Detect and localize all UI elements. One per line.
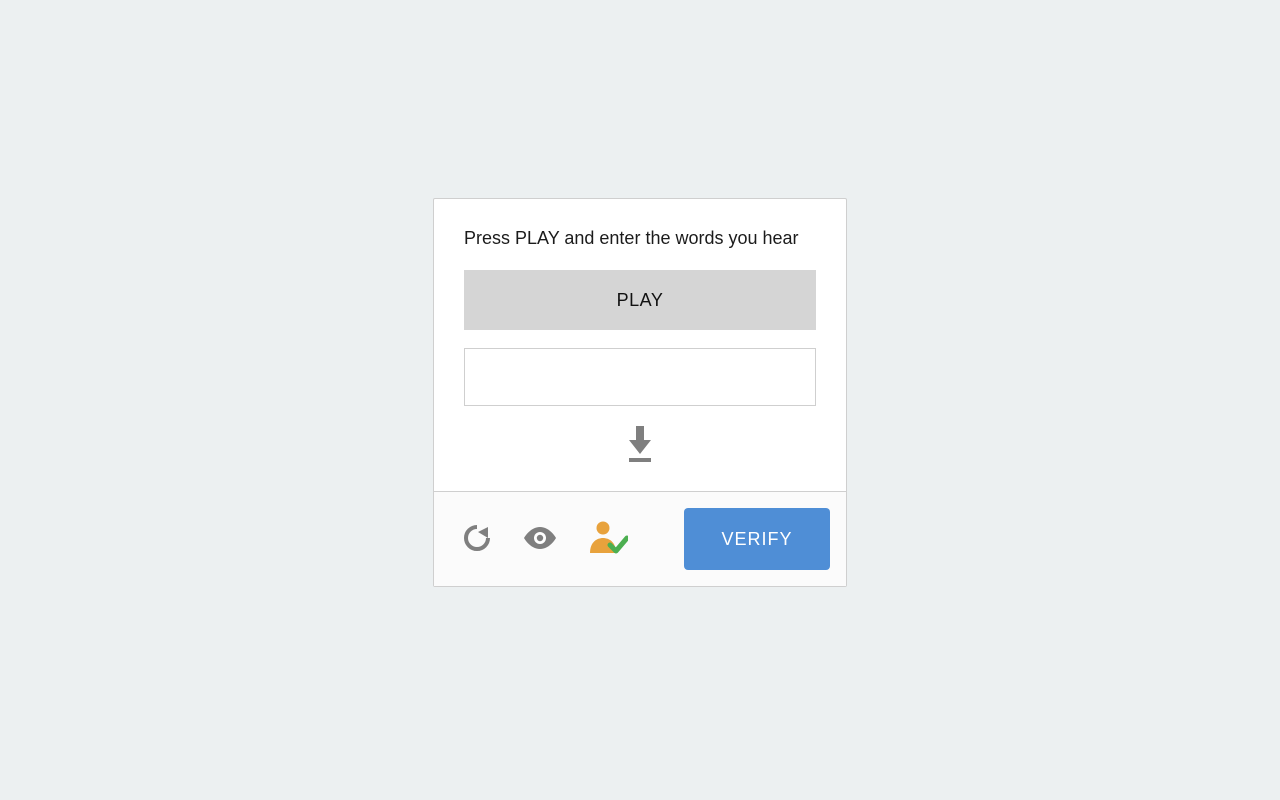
switch-to-visual-button[interactable] — [518, 521, 562, 558]
footer-icon-group — [458, 517, 632, 562]
refresh-icon — [462, 523, 492, 556]
captcha-answer-input[interactable] — [464, 348, 816, 406]
download-row — [464, 424, 816, 473]
captcha-card: Press PLAY and enter the words you hear … — [433, 198, 847, 587]
captcha-body: Press PLAY and enter the words you hear … — [434, 199, 846, 491]
play-button[interactable]: PLAY — [464, 270, 816, 330]
verify-button-label: VERIFY — [721, 529, 792, 549]
accessibility-button[interactable] — [584, 517, 632, 562]
verify-button[interactable]: VERIFY — [684, 508, 830, 570]
refresh-button[interactable] — [458, 519, 496, 560]
download-icon — [625, 426, 655, 469]
eye-icon — [522, 525, 558, 554]
play-button-label: PLAY — [617, 290, 664, 311]
captcha-instructions: Press PLAY and enter the words you hear — [464, 225, 816, 252]
person-check-icon — [588, 521, 628, 558]
download-audio-link[interactable] — [625, 426, 655, 469]
page-stage: Press PLAY and enter the words you hear … — [0, 0, 1280, 800]
captcha-footer: VERIFY — [434, 491, 846, 586]
